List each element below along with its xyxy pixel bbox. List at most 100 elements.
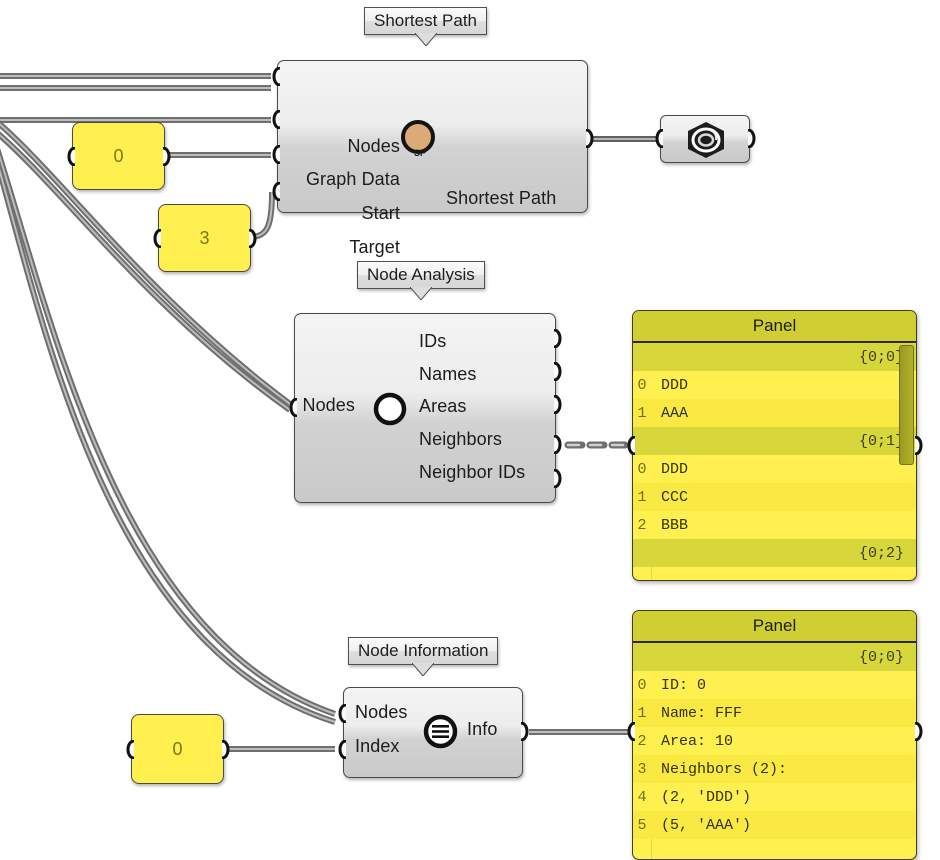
- port-in-index-param[interactable]: [123, 740, 139, 759]
- output-label-areas: Areas: [419, 396, 467, 416]
- panel-title: Panel: [752, 316, 797, 335]
- param-index-value[interactable]: 0: [131, 714, 224, 784]
- node-information-icon: [423, 714, 458, 749]
- port-out-shortest-path[interactable]: [581, 129, 597, 148]
- port-out-target-param[interactable]: [244, 229, 260, 248]
- panel-item-value: Area: 10: [661, 732, 734, 750]
- panel-item-row: 2 Area: 10: [633, 727, 916, 755]
- grasshopper-canvas[interactable]: Shortest Path Node Analysis Node Informa…: [0, 0, 940, 860]
- panel-node-info[interactable]: Panel {0;0} 0 ID: 0 1 Name: FFF 2 Area: 10 3 Nei…: [632, 610, 917, 860]
- port-out-panel-node-info[interactable]: [910, 722, 926, 741]
- svg-text:SP: SP: [414, 148, 426, 158]
- panel-item-row: 0 DDD: [633, 371, 916, 399]
- param-start-value[interactable]: 0: [72, 122, 165, 190]
- panel-title: Panel: [752, 616, 797, 635]
- panel-path-row: {0;0}: [633, 343, 916, 371]
- input-label-nodes: Nodes: [302, 395, 355, 415]
- panel-item-row: 1 AAA: [633, 399, 916, 427]
- port-out-areas[interactable]: [549, 395, 565, 414]
- panel-item-index: 0: [637, 460, 647, 478]
- port-in-graph-data[interactable]: [269, 110, 285, 129]
- component-geometry-param[interactable]: [660, 115, 750, 163]
- panel-body[interactable]: {0;0} 0 ID: 0 1 Name: FFF 2 Area: 10 3 Neighbors…: [633, 643, 916, 859]
- port-in-nodes-analysis[interactable]: [286, 398, 302, 417]
- output-label-neighbor-ids: Neighbor IDs: [419, 462, 526, 482]
- panel-path-label: {0;1}: [858, 432, 904, 450]
- callout-label: Shortest Path: [374, 11, 478, 30]
- panel-item-row: 0 DDD: [633, 455, 916, 483]
- input-label-nodes: Nodes: [355, 702, 408, 722]
- panel-item-value: Neighbors (2):: [661, 760, 788, 778]
- hex-nut-geometry-icon: [688, 122, 724, 158]
- node-analysis-icon: [373, 392, 407, 426]
- param-target-value[interactable]: 3: [158, 204, 251, 272]
- panel-item-index: 5: [637, 816, 647, 834]
- panel-item-value: (2, 'DDD'): [661, 788, 752, 806]
- port-out-panel-neighbors[interactable]: [910, 436, 926, 455]
- port-out-info[interactable]: [516, 722, 532, 741]
- panel-path-label: {0;0}: [858, 648, 904, 666]
- panel-rows: {0;0} 0 DDD 1 AAA {0;1} 0 DDD 1 CCC 2 BBB {0;2}: [633, 343, 916, 567]
- panel-item-index: 1: [637, 404, 647, 422]
- shortest-path-icon: SP: [401, 120, 435, 158]
- panel-path-row: {0;0}: [633, 643, 916, 671]
- callout-tail-icon: [414, 33, 437, 47]
- port-out-start-param[interactable]: [158, 147, 174, 166]
- param-value: 0: [172, 738, 183, 759]
- panel-item-index: 4: [637, 788, 647, 806]
- panel-item-index: 3: [637, 760, 647, 778]
- panel-neighbors[interactable]: Panel {0;0} 0 DDD 1 AAA {0;1} 0 DDD 1 CCC 2 BBB {0;2…: [632, 310, 917, 581]
- callout-tail-icon: [409, 287, 432, 301]
- callout-tail-icon: [412, 663, 435, 677]
- panel-item-row: 1 CCC: [633, 483, 916, 511]
- port-out-ids[interactable]: [549, 329, 565, 348]
- callout-label: Node Analysis: [367, 265, 475, 284]
- panel-item-value: BBB: [661, 516, 689, 534]
- panel-item-row: 1 Name: FFF: [633, 699, 916, 727]
- panel-item-row: 0 ID: 0: [633, 671, 916, 699]
- param-value: 3: [199, 227, 210, 248]
- panel-item-row: 2 BBB: [633, 511, 916, 539]
- panel-path-label: {0;2}: [858, 544, 904, 562]
- panel-rows: {0;0} 0 ID: 0 1 Name: FFF 2 Area: 10 3 Neighbors…: [633, 643, 916, 839]
- panel-item-row: 4 (2, 'DDD'): [633, 783, 916, 811]
- panel-path-label: {0;0}: [858, 348, 904, 366]
- output-label-info: Info: [467, 719, 498, 739]
- callout-node-information: Node Information: [348, 637, 499, 677]
- panel-item-index: 0: [637, 676, 647, 694]
- input-label-graph-data: Graph Data: [305, 169, 400, 189]
- input-label-target: Target: [349, 237, 400, 257]
- output-label-ids: IDs: [419, 331, 447, 351]
- port-out-geometry[interactable]: [743, 129, 759, 148]
- callout-shortest-path: Shortest Path: [364, 7, 488, 47]
- port-out-index-param[interactable]: [217, 740, 233, 759]
- panel-path-row: {0;2}: [633, 539, 916, 567]
- port-in-target-param[interactable]: [150, 229, 166, 248]
- input-label-index: Index: [355, 736, 400, 756]
- panel-item-index: 1: [637, 488, 647, 506]
- port-in-geometry[interactable]: [652, 129, 668, 148]
- port-in-nodes[interactable]: [269, 67, 285, 86]
- port-in-panel-neighbors[interactable]: [624, 436, 640, 455]
- callout-label: Node Information: [358, 641, 489, 660]
- panel-item-row: 3 Neighbors (2):: [633, 755, 916, 783]
- output-label-names: Names: [419, 364, 477, 384]
- port-out-neighbors[interactable]: [549, 435, 565, 454]
- callout-node-analysis: Node Analysis: [357, 261, 485, 301]
- panel-body[interactable]: {0;0} 0 DDD 1 AAA {0;1} 0 DDD 1 CCC 2 BBB {0;2}: [633, 343, 916, 580]
- port-out-names[interactable]: [549, 362, 565, 381]
- port-in-index[interactable]: [335, 740, 351, 759]
- panel-title-bar: Panel: [633, 611, 916, 643]
- port-in-panel-node-info[interactable]: [624, 722, 640, 741]
- panel-item-index: 0: [637, 376, 647, 394]
- port-in-nodes-information[interactable]: [335, 704, 351, 723]
- output-label-shortest-path: Shortest Path: [446, 188, 557, 208]
- component-node-analysis[interactable]: Nodes IDs Names Areas Neighbors Neighbor…: [294, 313, 556, 503]
- port-out-neighbor-ids[interactable]: [549, 469, 565, 488]
- port-in-start-param[interactable]: [64, 147, 80, 166]
- panel-item-value: DDD: [661, 376, 689, 394]
- output-label-neighbors: Neighbors: [419, 429, 502, 449]
- port-in-start[interactable]: [269, 145, 285, 164]
- panel-path-row: {0;1}: [633, 427, 916, 455]
- port-in-target[interactable]: [269, 182, 285, 201]
